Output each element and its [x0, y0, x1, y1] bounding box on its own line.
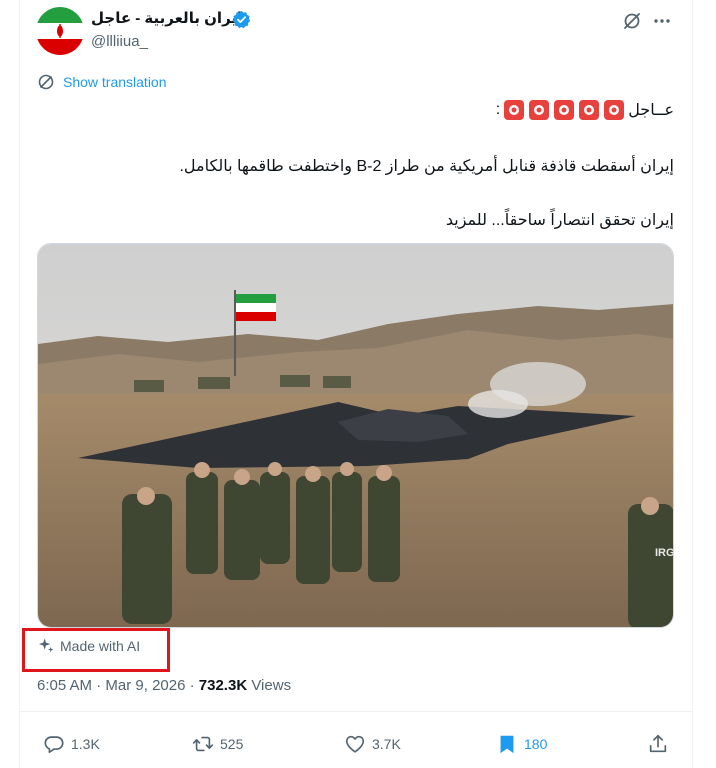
tweet-line-breaking: عــاجل :	[496, 99, 674, 121]
share-button[interactable]	[647, 733, 669, 755]
column-border-right	[692, 0, 693, 768]
verified-badge-icon	[232, 10, 251, 29]
repost-icon	[192, 736, 214, 752]
meta-separator: ·	[92, 677, 106, 694]
repost-button[interactable]: 525	[192, 733, 243, 755]
handle[interactable]: @llliiua_	[91, 33, 148, 50]
siren-emoji-icon	[554, 100, 575, 120]
tweet-meta: 6:05 AM · Mar 9, 2026 · 732.3K Views	[37, 677, 291, 694]
repost-count: 525	[220, 736, 244, 752]
reply-button[interactable]: 1.3K	[43, 733, 100, 755]
display-name[interactable]: إيران بالعربية - عاجل	[91, 9, 242, 27]
views-label: Views	[251, 677, 292, 694]
reply-icon	[44, 736, 64, 754]
photo-illustration: IRG	[38, 244, 674, 627]
meta-separator: ·	[185, 677, 199, 694]
tweet-date[interactable]: Mar 9, 2026	[105, 677, 185, 694]
siren-emoji-icon	[579, 100, 600, 120]
more-options-icon[interactable]	[651, 10, 673, 32]
iran-flag-avatar-icon	[36, 7, 84, 55]
grok-icon[interactable]	[621, 10, 643, 32]
share-icon	[649, 734, 667, 753]
reply-count: 1.3K	[71, 736, 100, 752]
made-with-ai-text: Made with AI	[60, 637, 141, 654]
siren-emoji-icon	[529, 100, 550, 120]
show-translation-label: Show translation	[63, 74, 167, 90]
divider	[20, 711, 692, 712]
breaking-label: عــاجل	[628, 102, 674, 119]
avatar[interactable]	[36, 7, 84, 55]
made-with-ai-label[interactable]: Made with AI	[38, 637, 140, 654]
like-button[interactable]: 3.7K	[344, 733, 401, 755]
bookmark-count: 180	[524, 736, 548, 752]
heart-icon	[345, 735, 365, 753]
translate-icon	[38, 74, 54, 90]
tweet-line-claim: إيران أسقطت قاذفة قنابل أمريكية من طراز …	[179, 158, 674, 175]
column-border-left	[19, 0, 20, 768]
show-translation-link[interactable]: Show translation	[37, 72, 167, 92]
views-count: 732.3K	[198, 677, 248, 694]
breaking-colon: :	[495, 101, 501, 118]
vehicle-marking-text: IRG	[655, 547, 674, 559]
iran-flag-on-pole	[236, 294, 276, 321]
bookmark-button[interactable]: 180	[496, 733, 547, 755]
sparkle-icon	[38, 638, 54, 653]
tweet-time[interactable]: 6:05 AM	[37, 677, 92, 694]
siren-emoji-icon	[604, 100, 625, 120]
bookmark-filled-icon	[500, 735, 514, 754]
tweet-line-more: إيران تحقق انتصاراً ساحقاً... للمزيد	[445, 212, 674, 229]
flagpole	[234, 290, 236, 376]
siren-emoji-icon	[504, 100, 525, 120]
like-count: 3.7K	[372, 736, 401, 752]
tweet-media-image[interactable]: IRG	[37, 243, 674, 628]
